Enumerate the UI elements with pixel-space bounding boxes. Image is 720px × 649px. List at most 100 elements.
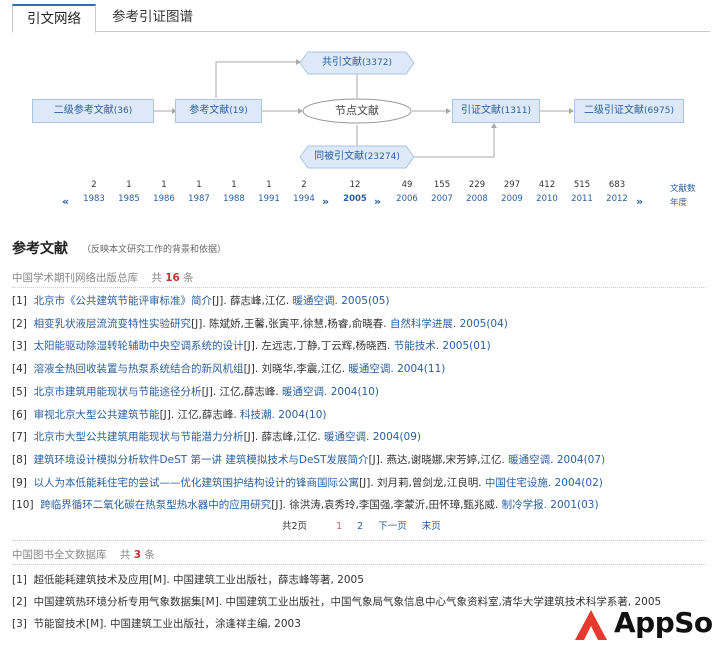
reference-journal-link[interactable]: 暖通空调. bbox=[293, 295, 338, 307]
reference-index: [5] bbox=[12, 386, 27, 398]
timeline-year[interactable]: 49 2006 bbox=[390, 178, 424, 206]
timeline-year-current[interactable]: 12 2005 bbox=[338, 178, 372, 206]
node-citing[interactable]: 引证文献(1311) bbox=[452, 99, 540, 123]
tab-reference-citation-map[interactable]: 参考引证图谱 bbox=[98, 4, 207, 32]
reference-title-link[interactable]: 北京市建筑用能现状与节能途径分析 bbox=[34, 386, 202, 398]
journal-reference-item[interactable]: [8] 建筑环境设计模拟分析软件DeST 第一讲 建筑模拟技术与DeST发展简介… bbox=[12, 452, 605, 467]
reference-index: [10] bbox=[12, 499, 34, 511]
pager-next[interactable]: 下一页 bbox=[378, 521, 407, 532]
reference-issue-link[interactable]: 2004(10) bbox=[278, 409, 326, 421]
reference-title-link[interactable]: 太阳能驱动除湿转轮辅助中央空调系统的设计 bbox=[34, 340, 244, 352]
reference-issue-link[interactable]: 2001(03) bbox=[550, 499, 598, 511]
timeline-end-chevron[interactable]: » bbox=[636, 195, 643, 208]
legend-count-label: 文献数 bbox=[670, 184, 696, 194]
node-co-citing[interactable]: 同被引文献(23274) bbox=[300, 146, 414, 168]
node-secondary-citing[interactable]: 二级引证文献(6975) bbox=[574, 99, 684, 123]
reference-index: [6] bbox=[12, 409, 27, 421]
timeline-year[interactable]: 2 1983 bbox=[77, 178, 111, 206]
tab-citation-network[interactable]: 引文网络 bbox=[12, 4, 96, 33]
timeline-year[interactable]: 1 1988 bbox=[217, 178, 251, 206]
timeline-year[interactable]: 1 1986 bbox=[147, 178, 181, 206]
timeline-prev-chevron[interactable]: « bbox=[62, 195, 69, 208]
reference-index: [3] bbox=[12, 340, 27, 352]
node-references[interactable]: 参考文献(19) bbox=[175, 99, 262, 123]
reference-title-link[interactable]: 建筑环境设计模拟分析软件DeST 第一讲 建筑模拟技术与DeST发展简介 bbox=[34, 454, 369, 466]
reference-issue-link[interactable]: 2004(10) bbox=[331, 386, 379, 398]
reference-authors: [J]. 江亿,薛志峰. bbox=[201, 386, 279, 398]
node-secondary-references[interactable]: 二级参考文献(36) bbox=[32, 99, 154, 123]
reference-title-link[interactable]: 审视北京大型公共建筑节能 bbox=[34, 409, 160, 421]
reference-authors: [J]. 徐洪涛,袁秀玲,李国强,李蒙沂,田怀璋,甄兆威. bbox=[271, 499, 499, 511]
reference-title-link[interactable]: 北京市大型公共建筑用能现状与节能潜力分析 bbox=[34, 431, 244, 443]
reference-title-link[interactable]: 溶液全热回收装置与热泵系统结合的新风机组 bbox=[34, 363, 244, 375]
timeline-year[interactable]: 683 2012 bbox=[600, 178, 634, 206]
reference-issue-link[interactable]: 2005(04) bbox=[460, 318, 508, 330]
timeline-year[interactable]: 229 2008 bbox=[460, 178, 494, 206]
timeline-year[interactable]: 515 2011 bbox=[565, 178, 599, 206]
reference-issue-link[interactable]: 2004(11) bbox=[397, 363, 445, 375]
reference-journal-link[interactable]: 中国住宅设施. bbox=[485, 477, 551, 489]
reference-journal-link[interactable]: 暖通空调. bbox=[348, 363, 393, 375]
citation-network-diagram: 二级参考文献(36) 参考文献(19) 共引文献(3372) 节点文献 同被引文… bbox=[0, 40, 720, 180]
reference-index: [9] bbox=[12, 477, 27, 489]
count-prefix: 共 bbox=[119, 549, 131, 561]
node-co-cited[interactable]: 共引文献(3372) bbox=[300, 52, 414, 74]
database-count: 3 bbox=[133, 549, 142, 561]
reference-journal-link[interactable]: 暖通空调. bbox=[282, 386, 327, 398]
reference-issue-link[interactable]: 2004(09) bbox=[373, 431, 421, 443]
year-timeline: « 2 1983 1 1985 1 1986 1 1987 1 1988 1 1991 21… bbox=[0, 178, 720, 210]
timeline-year[interactable]: 297 2009 bbox=[495, 178, 529, 206]
reference-index: [2] bbox=[12, 318, 27, 330]
reference-authors: [J]. 薛志峰,江亿. bbox=[243, 431, 321, 443]
timeline-year[interactable]: 155 2007 bbox=[425, 178, 459, 206]
timeline-year[interactable]: 1 1991 bbox=[252, 178, 286, 206]
reference-issue-link[interactable]: 2005(01) bbox=[442, 340, 490, 352]
journal-reference-item[interactable]: [5] 北京市建筑用能现状与节能途径分析[J]. 江亿,薛志峰. 暖通空调. 2… bbox=[12, 384, 379, 399]
pager-page-1[interactable]: 1 bbox=[336, 521, 342, 532]
count-suffix: 条 bbox=[144, 549, 155, 561]
timeline-year[interactable]: 412 2010 bbox=[530, 178, 564, 206]
section-title: 参考文献 bbox=[12, 241, 68, 257]
reference-journal-link[interactable]: 节能技术. bbox=[394, 340, 439, 352]
reference-title-link[interactable]: 北京市《公共建筑节能评审标准》简介 bbox=[34, 295, 213, 307]
reference-title-link[interactable]: 以人为本低能耗住宅的尝试——优化建筑围护结构设计的锋商国际公寓 bbox=[34, 477, 360, 489]
divider bbox=[12, 564, 706, 565]
reference-journal-link[interactable]: 科技潮. bbox=[240, 409, 275, 421]
timeline-year[interactable]: 2 1994 bbox=[287, 178, 321, 206]
database-name: 中国图书全文数据库 bbox=[12, 549, 107, 561]
database-count: 16 bbox=[165, 272, 180, 284]
journal-reference-item[interactable]: [7] 北京市大型公共建筑用能现状与节能潜力分析[J]. 薛志峰,江亿. 暖通空… bbox=[12, 429, 421, 444]
timeline-year[interactable]: 1 1985 bbox=[112, 178, 146, 206]
reference-issue-link[interactable]: 2005(05) bbox=[341, 295, 389, 307]
reference-index: [1] bbox=[12, 295, 27, 307]
reference-authors: [J]. 燕达,谢晓娜,宋芳婷,江亿. bbox=[368, 454, 505, 466]
timeline-year[interactable]: 1 1987 bbox=[182, 178, 216, 206]
node-current-document: 节点文献 bbox=[335, 104, 379, 117]
reference-journal-link[interactable]: 暖通空调. bbox=[508, 454, 553, 466]
reference-journal-link[interactable]: 自然科学进展. bbox=[390, 318, 456, 330]
timeline-next-chevron[interactable]: » bbox=[374, 195, 381, 208]
timeline-mid-chevron[interactable]: » bbox=[322, 195, 329, 208]
journal-reference-item[interactable]: [9] 以人为本低能耗住宅的尝试——优化建筑围护结构设计的锋商国际公寓[J]. … bbox=[12, 475, 603, 490]
pager-last[interactable]: 末页 bbox=[422, 521, 441, 532]
reference-issue-link[interactable]: 2004(02) bbox=[555, 477, 603, 489]
database-header-journals: 中国学术期刊网络出版总库 共 16 条 bbox=[12, 270, 194, 285]
reference-journal-link[interactable]: 制冷学报. bbox=[502, 499, 547, 511]
journal-reference-item[interactable]: [3] 太阳能驱动除湿转轮辅助中央空调系统的设计[J]. 左远志,丁静,丁云辉,… bbox=[12, 338, 491, 353]
reference-authors: [J]. 刘晓华,李震,江亿. bbox=[243, 363, 346, 375]
pager-page-2[interactable]: 2 bbox=[357, 521, 363, 532]
reference-title-link[interactable]: 跨临界循环二氧化碳在热泵型热水器中的应用研究 bbox=[40, 499, 271, 511]
book-reference-item[interactable]: [1] 超低能耗建筑技术及应用[M]. 中国建筑工业出版社，薛志峰等著, 200… bbox=[12, 572, 364, 587]
journal-reference-item[interactable]: [10] 跨临界循环二氧化碳在热泵型热水器中的应用研究[J]. 徐洪涛,袁秀玲,… bbox=[12, 497, 599, 512]
journal-reference-item[interactable]: [1] 北京市《公共建筑节能评审标准》简介[J]. 薛志峰,江亿. 暖通空调. … bbox=[12, 293, 390, 308]
reference-title-link[interactable]: 相变乳状液层流流变特性实验研究 bbox=[34, 318, 192, 330]
book-reference-item[interactable]: [2] 中国建筑热环境分析专用气象数据集[M]. 中国建筑工业出版社，中国气象局… bbox=[12, 594, 661, 609]
book-reference-item[interactable]: [3] 节能窗技术[M]. 中国建筑工业出版社，涂逢祥主编, 2003 bbox=[12, 616, 301, 631]
reference-issue-link[interactable]: 2004(07) bbox=[557, 454, 605, 466]
journal-reference-item[interactable]: [6] 审视北京大型公共建筑节能[J]. 江亿,薛志峰. 科技潮. 2004(1… bbox=[12, 407, 327, 422]
journal-reference-item[interactable]: [4] 溶液全热回收装置与热泵系统结合的新风机组[J]. 刘晓华,李震,江亿. … bbox=[12, 361, 445, 376]
appso-logo-text: AppSo bbox=[614, 606, 713, 639]
reference-journal-link[interactable]: 暖通空调. bbox=[324, 431, 369, 443]
journal-reference-item[interactable]: [2] 相变乳状液层流流变特性实验研究[J]. 陈斌娇,王馨,张寅平,徐慧,杨睿… bbox=[12, 316, 508, 331]
divider bbox=[12, 287, 706, 288]
